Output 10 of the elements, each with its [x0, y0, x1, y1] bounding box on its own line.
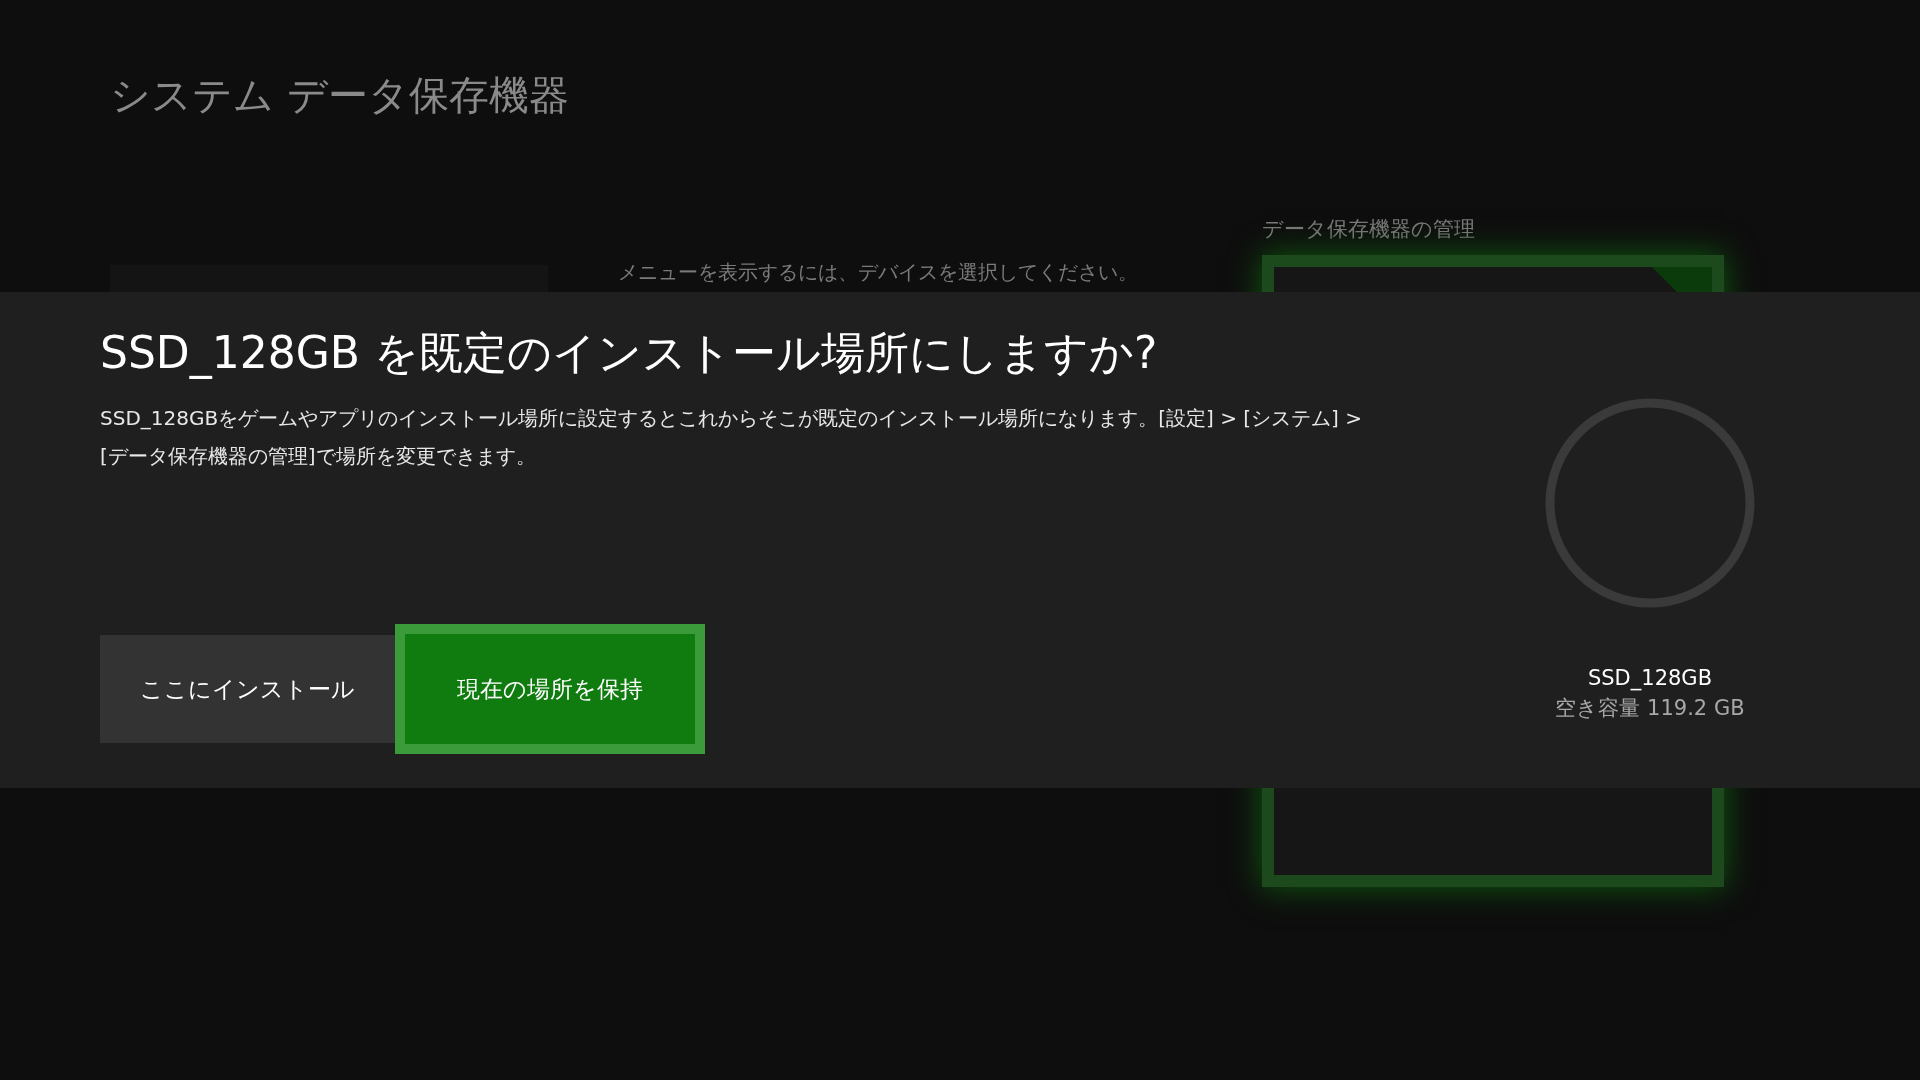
storage-ring-icon — [1545, 398, 1755, 608]
hint-text: メニューを表示するには、デバイスを選択してください。 — [618, 259, 1139, 286]
dialog-title: SSD_128GB を既定のインストール場所にしますか? — [100, 326, 1159, 381]
keep-location-button[interactable]: 現在の場所を保持 — [395, 624, 705, 754]
device-name: SSD_128GB — [1587, 666, 1713, 690]
free-space: 空き容量 119.2 GB — [1555, 695, 1745, 722]
page-title: システム データ保存機器 — [110, 71, 570, 120]
install-button[interactable]: ここにインストール — [100, 635, 395, 743]
section-label: データ保存機器の管理 — [1262, 216, 1476, 243]
dialog-message: SSD_128GBをゲームやアプリのインストール場所に設定するとこれからそこが既定のインストール場所になります。[設定] > [システム] > [データ保存機器の管理]で場所を変更できます。 — [100, 405, 1363, 470]
